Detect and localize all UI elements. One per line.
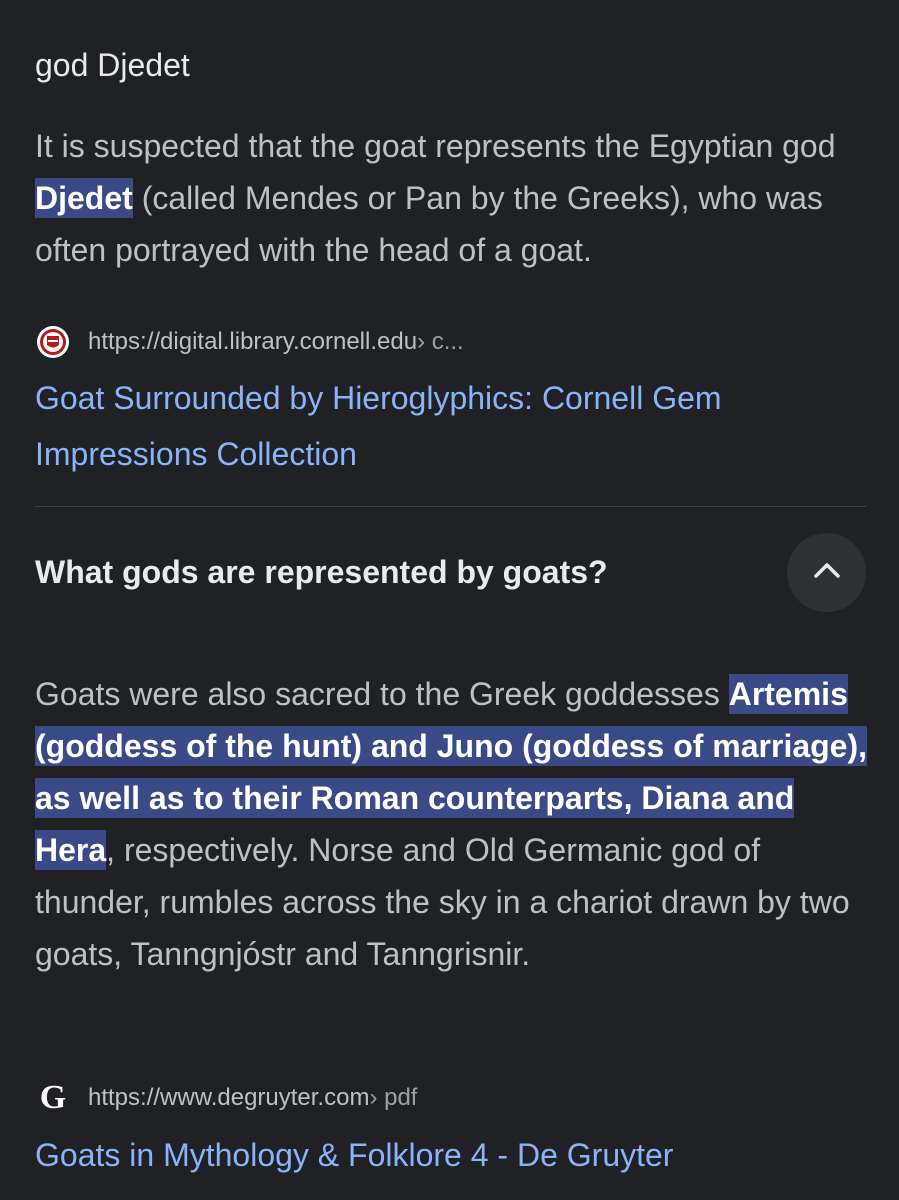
answer-text-before: Goats were also sacred to the Greek godd… xyxy=(35,676,729,712)
snippet-highlight: Djedet xyxy=(35,178,133,218)
source-row[interactable]: G https://www.degruyter.com › pdf xyxy=(35,1078,417,1118)
snippet-text-before: It is suspected that the goat represents… xyxy=(35,128,836,164)
answer-text-after: , respectively. Norse and Old Germanic g… xyxy=(35,832,850,972)
source-url: https://digital.library.cornell.edu xyxy=(88,328,418,355)
collapse-button[interactable] xyxy=(787,533,866,612)
answer-text: Goats were also sacred to the Greek godd… xyxy=(35,668,875,980)
featured-snippet-heading: god Djedet xyxy=(35,47,190,83)
cornell-seal-icon xyxy=(35,324,71,360)
result-link[interactable]: Goat Surrounded by Hieroglyphics: Cornel… xyxy=(35,370,865,482)
source-path: › pdf xyxy=(369,1084,418,1111)
chevron-up-icon xyxy=(813,561,841,584)
source-path: › c... xyxy=(417,328,464,355)
question-heading[interactable]: What gods are represented by goats? xyxy=(35,550,608,594)
source-row[interactable]: https://digital.library.cornell.edu › c.… xyxy=(35,322,464,362)
snippet-text-after: (called Mendes or Pan by the Greeks), wh… xyxy=(35,180,823,268)
divider xyxy=(35,506,866,507)
snippet-text: It is suspected that the goat represents… xyxy=(35,120,875,276)
degruyter-g-icon: G xyxy=(35,1080,71,1116)
source-url: https://www.degruyter.com xyxy=(88,1084,370,1111)
result-link[interactable]: Goats in Mythology & Folklore 4 - De Gru… xyxy=(35,1127,865,1183)
favicon-letter: G xyxy=(39,1079,67,1116)
